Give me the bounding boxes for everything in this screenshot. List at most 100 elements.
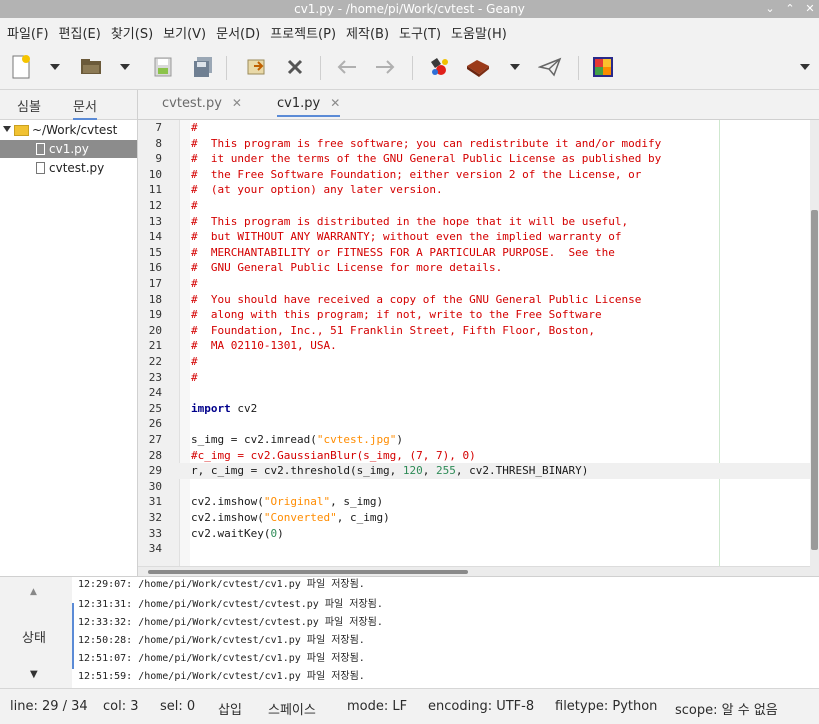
code-text: # You should have received a copy of the…	[191, 292, 642, 306]
code-line[interactable]: 8 # This program is free software; you ca…	[138, 136, 810, 152]
active-tab-indicator	[72, 603, 74, 669]
code-line[interactable]: 23 #	[138, 370, 810, 386]
code-editor[interactable]: 7 #8 # This program is free software; you …	[138, 120, 810, 566]
scroll-tabs-down-icon[interactable]: ▼	[30, 669, 38, 680]
code-text: #	[191, 370, 198, 384]
code-text: #	[191, 199, 198, 212]
title-bar: cv1.py - /home/pi/Work/cvtest - Geany ⌄ …	[0, 0, 819, 18]
menu-document[interactable]: 문서(D)	[213, 23, 263, 42]
menu-project[interactable]: 프로젝트(P)	[267, 23, 339, 42]
code-line[interactable]: 21 # MA 02110-1301, USA.	[138, 338, 810, 354]
code-line[interactable]: 9 # it under the terms of the GNU General…	[138, 151, 810, 167]
code-line[interactable]: 7 #	[138, 120, 810, 136]
close-window-icon[interactable]: ✕	[805, 0, 815, 18]
status-bar: line: 29 / 34 col: 3 sel: 0 삽입 스페이스 mode…	[0, 688, 819, 724]
code-line[interactable]: 24	[138, 385, 810, 401]
menu-view[interactable]: 보기(V)	[160, 23, 209, 42]
code-line[interactable]: 20 # Foundation, Inc., 51 Franklin Street…	[138, 323, 810, 339]
code-line[interactable]: 27 s_img = cv2.imread("cvtest.jpg")	[138, 432, 810, 448]
code-text: # MERCHANTABILITY or FITNESS FOR A PARTI…	[191, 245, 615, 259]
toolbar-overflow-icon[interactable]	[798, 54, 812, 80]
code-line[interactable]: 14 # but WITHOUT ANY WARRANTY; without ev…	[138, 229, 810, 245]
tab-cvtest-py[interactable]: cvtest.py ✕	[162, 96, 242, 111]
menu-bar: 파일(F) 편집(E) 찾기(S) 보기(V) 문서(D) 프로젝트(P) 제작…	[0, 18, 819, 46]
file-icon	[36, 143, 45, 155]
horizontal-scroll-thumb[interactable]	[148, 570, 468, 574]
code-text: # This program is free software; you can…	[191, 136, 662, 150]
run-icon[interactable]	[536, 54, 564, 80]
code-line[interactable]: 32 cv2.imshow("Converted", c_img)	[138, 510, 810, 526]
navigate-forward-icon[interactable]	[372, 54, 398, 80]
tab-status[interactable]: 상태	[22, 627, 46, 646]
open-file-icon[interactable]	[78, 54, 104, 80]
new-file-dropdown-icon[interactable]	[48, 54, 62, 80]
code-line[interactable]: 34	[138, 541, 810, 557]
line-number: 21	[148, 339, 162, 353]
code-line[interactable]: 28 #c_img = cv2.GaussianBlur(s_img, (7, 7…	[138, 448, 810, 464]
build-icon[interactable]	[464, 54, 492, 80]
code-line[interactable]: 11 # (at your option) any later version.	[138, 182, 810, 198]
tree-folder-row[interactable]: ~/Work/cvtest	[0, 121, 137, 139]
expander-icon[interactable]	[3, 126, 11, 132]
line-number: 15	[148, 245, 162, 259]
code-line[interactable]: 17 #	[138, 276, 810, 292]
new-file-icon[interactable]	[8, 54, 34, 80]
line-number: 27	[148, 433, 162, 446]
status-encoding: encoding: UTF-8	[428, 699, 535, 714]
window-title: cv1.py - /home/pi/Work/cvtest - Geany	[294, 2, 525, 16]
revert-icon[interactable]	[244, 54, 270, 80]
tab-cv1-py[interactable]: cv1.py ✕	[277, 96, 341, 117]
color-chooser-icon[interactable]	[590, 54, 616, 80]
compile-icon[interactable]	[426, 54, 452, 80]
minimize-icon[interactable]: ⌄	[765, 0, 775, 18]
code-line[interactable]: 22 #	[138, 354, 810, 370]
close-tab-icon[interactable]: ✕	[232, 96, 242, 110]
folder-icon	[14, 125, 29, 136]
status-sel: sel: 0	[160, 699, 196, 714]
code-line[interactable]: 29 r, c_img = cv2.threshold(s_img, 120, 2…	[138, 463, 810, 479]
code-line[interactable]: 25 import cv2	[138, 401, 810, 417]
code-text: # it under the terms of the GNU General …	[191, 152, 662, 166]
scroll-tabs-up-icon[interactable]: ▲	[30, 587, 37, 597]
code-line[interactable]: 18 # You should have received a copy of t…	[138, 292, 810, 308]
line-number: 32	[148, 511, 162, 524]
code-line[interactable]: 31 cv2.imshow("Original", s_img)	[138, 494, 810, 510]
line-number: 33	[148, 526, 162, 540]
code-text: #	[191, 355, 198, 368]
code-line[interactable]: 16 # GNU General Public License for more …	[138, 260, 810, 276]
status-message: 12:51:59: /home/pi/Work/cvtest/cv1.py 파일…	[78, 671, 365, 682]
vertical-scrollbar[interactable]	[810, 120, 819, 576]
tree-file-row-cv1[interactable]: cv1.py	[0, 140, 137, 158]
status-indent: 스페이스	[268, 703, 316, 718]
code-line[interactable]: 15 # MERCHANTABILITY or FITNESS FOR A PAR…	[138, 245, 810, 261]
tab-documents[interactable]: 문서	[73, 96, 97, 120]
maximize-icon[interactable]: ⌃	[785, 0, 795, 18]
line-number: 19	[148, 308, 162, 322]
close-tab-icon[interactable]: ✕	[330, 96, 340, 110]
open-file-dropdown-icon[interactable]	[118, 54, 132, 80]
tree-file-row-cvtest[interactable]: cvtest.py	[0, 159, 137, 177]
menu-build[interactable]: 제작(B)	[343, 23, 392, 42]
code-line[interactable]: 26	[138, 416, 810, 432]
menu-tools[interactable]: 도구(T)	[396, 23, 444, 42]
tab-symbols[interactable]: 심볼	[17, 96, 41, 115]
code-line[interactable]: 19 # along with this program; if not, wri…	[138, 307, 810, 323]
code-line[interactable]: 10 # the Free Software Foundation; either…	[138, 167, 810, 183]
menu-help[interactable]: 도움말(H)	[448, 23, 510, 42]
build-dropdown-icon[interactable]	[508, 54, 522, 80]
horizontal-scrollbar[interactable]	[138, 566, 810, 576]
code-line[interactable]: 33 cv2.waitKey(0)	[138, 526, 810, 542]
save-icon[interactable]	[150, 54, 176, 80]
sidebar: 심볼 문서 ~/Work/cvtest cv1.py cvtest.py	[0, 90, 138, 580]
menu-search[interactable]: 찾기(S)	[108, 23, 156, 42]
line-number: 20	[148, 323, 162, 337]
close-file-icon[interactable]	[282, 54, 308, 80]
code-line[interactable]: 13 # This program is distributed in the h…	[138, 214, 810, 230]
menu-file[interactable]: 파일(F)	[4, 23, 52, 42]
save-all-icon[interactable]	[190, 54, 216, 80]
navigate-back-icon[interactable]	[334, 54, 360, 80]
code-line[interactable]: 12 #	[138, 198, 810, 214]
vertical-scroll-thumb[interactable]	[811, 210, 818, 550]
code-line[interactable]: 30	[138, 479, 810, 495]
menu-edit[interactable]: 편집(E)	[56, 23, 104, 42]
